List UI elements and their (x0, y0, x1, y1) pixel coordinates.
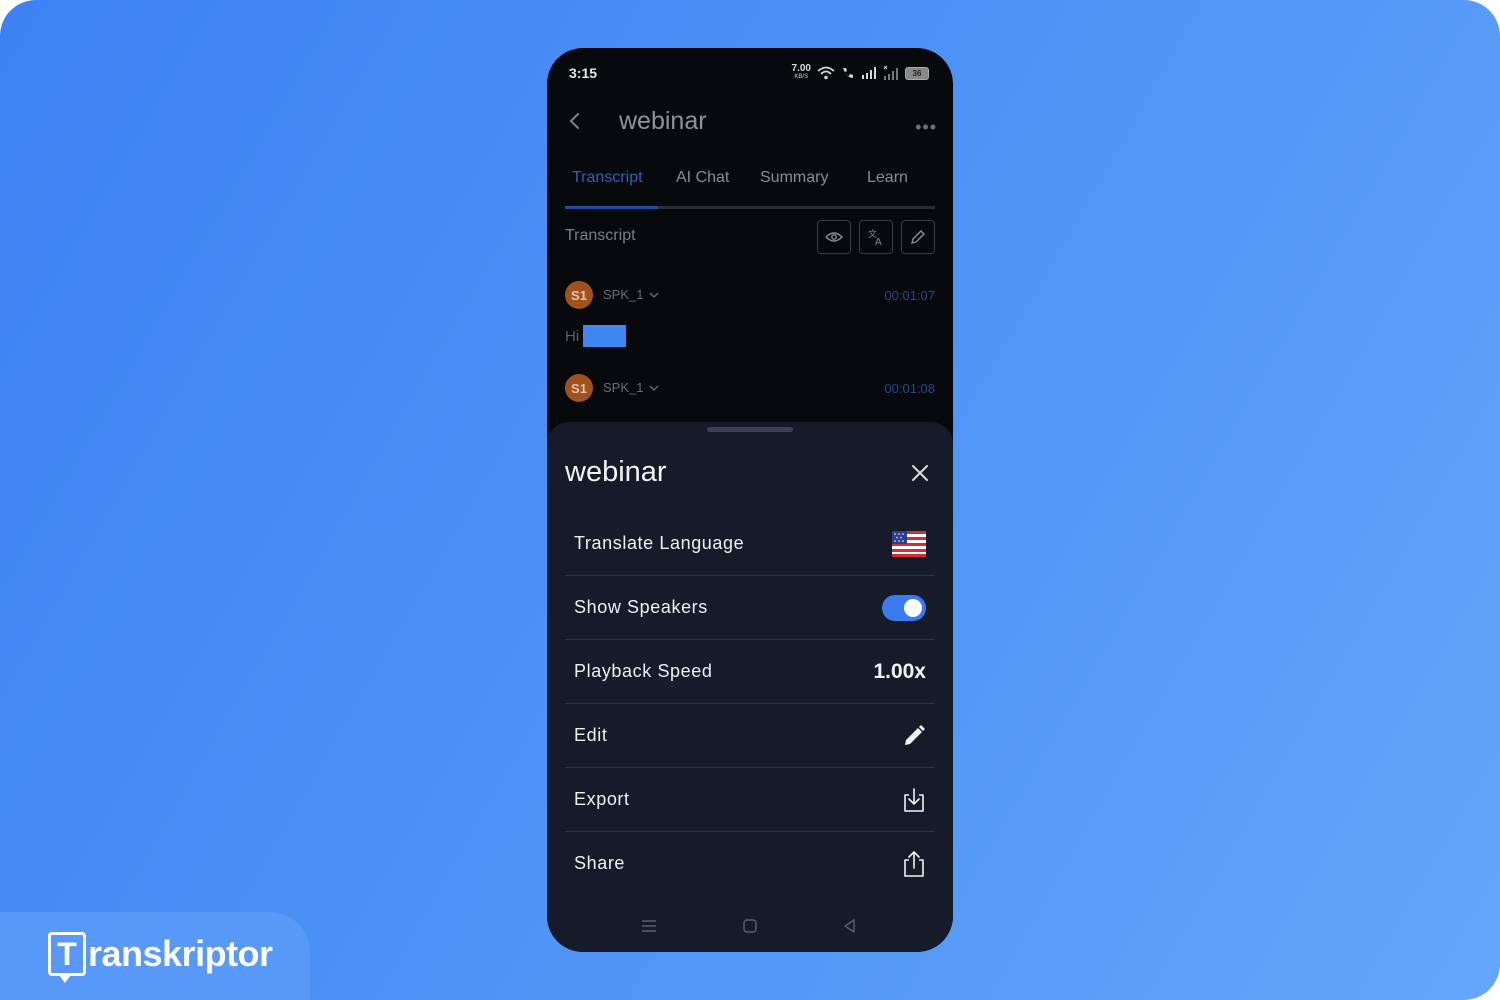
sheet-title: webinar (565, 456, 667, 488)
signal-icon (862, 67, 876, 79)
tab-ai-chat[interactable]: AI Chat (676, 169, 729, 187)
view-toggle-button[interactable] (817, 220, 851, 254)
back-button[interactable] (838, 914, 862, 938)
row-label: Edit (574, 725, 608, 745)
row-label: Translate Language (574, 533, 745, 553)
transcript-header: Transcript 文 A (565, 220, 935, 254)
row-label: Export (574, 789, 630, 809)
options-bottom-sheet: webinar Translate Language Show Speakers… (547, 422, 953, 952)
logo-wordmark: ranskriptor (88, 933, 273, 974)
speaker-avatar: S1 (565, 281, 593, 309)
segment-timestamp[interactable]: 00:01:08 (884, 381, 935, 396)
speaker-selector[interactable]: SPK_1 (603, 380, 659, 395)
transcript-label: Transcript (565, 227, 636, 244)
transcript-segment: S1 SPK_1 00:01:07 Hi (565, 281, 935, 351)
row-label: Share (574, 853, 626, 873)
playback-speed-value[interactable]: 1.00x (873, 660, 926, 684)
square-icon (743, 919, 757, 933)
segment-timestamp[interactable]: 00:01:07 (884, 288, 935, 303)
svg-text:A: A (875, 237, 882, 246)
recents-button[interactable] (637, 914, 661, 938)
pencil-icon (911, 230, 925, 244)
more-options-icon[interactable]: ••• (915, 117, 937, 138)
edit-row[interactable]: Edit (565, 704, 935, 768)
share-row[interactable]: Share (565, 832, 935, 895)
wifi-icon (817, 66, 835, 80)
system-nav-bar (547, 914, 953, 938)
back-arrow-icon[interactable] (565, 111, 585, 131)
share-icon (904, 850, 924, 877)
transcript-segment: S1 SPK_1 00:01:08 (565, 374, 935, 414)
translate-language-row[interactable]: Translate Language (565, 512, 935, 576)
status-time: 3:15 (569, 65, 598, 81)
speaker-avatar: S1 (565, 374, 593, 402)
pencil-icon (905, 724, 925, 745)
home-button[interactable] (738, 914, 762, 938)
status-bar: 3:15 7.00 KB/S 36 (569, 63, 929, 83)
translate-icon: 文 A (868, 228, 882, 246)
speaker-selector[interactable]: SPK_1 (603, 287, 659, 302)
menu-lines-icon (642, 920, 656, 932)
toggle-knob (904, 598, 922, 617)
chevron-down-icon (649, 385, 659, 391)
row-label: Playback Speed (574, 661, 713, 681)
page-title: webinar (619, 107, 707, 135)
show-speakers-row: Show Speakers (565, 576, 935, 640)
net-speed: 7.00 KB/S (791, 63, 811, 81)
us-flag-icon (892, 530, 926, 557)
text-highlight (583, 325, 627, 347)
edit-transcript-button[interactable] (901, 220, 935, 254)
app-bar: webinar ••• (547, 103, 953, 143)
status-icons: 7.00 KB/S 36 (791, 63, 929, 81)
show-speakers-toggle[interactable] (882, 594, 926, 621)
row-label: Show Speakers (574, 597, 708, 617)
triangle-back-icon (844, 919, 855, 933)
playback-speed-row[interactable]: Playback Speed 1.00x (565, 640, 935, 704)
translate-button[interactable]: 文 A (859, 220, 893, 254)
active-tab-indicator (565, 206, 658, 209)
tab-summary[interactable]: Summary (760, 169, 828, 187)
phone-screen: 3:15 7.00 KB/S 36 webinar ••• Transcript… (547, 48, 953, 952)
tab-bar: Transcript AI Chat Summary Learn (565, 166, 935, 209)
export-row[interactable]: Export (565, 768, 935, 832)
close-icon[interactable] (909, 462, 931, 484)
call-icon (843, 68, 853, 78)
eye-icon (825, 232, 843, 242)
sheet-drag-handle[interactable] (707, 427, 793, 432)
options-list: Translate Language Show Speakers Playbac… (565, 512, 935, 895)
chevron-down-icon (649, 292, 659, 298)
download-icon (904, 787, 924, 812)
segment-text: Hi (565, 325, 627, 347)
logo-mark: T (48, 932, 86, 983)
battery-icon: 36 (905, 66, 929, 80)
signal-icon-secondary (883, 66, 898, 80)
tab-transcript[interactable]: Transcript (572, 169, 643, 187)
transkriptor-logo: T ranskriptor (48, 932, 273, 983)
tab-learn[interactable]: Learn (867, 169, 908, 187)
